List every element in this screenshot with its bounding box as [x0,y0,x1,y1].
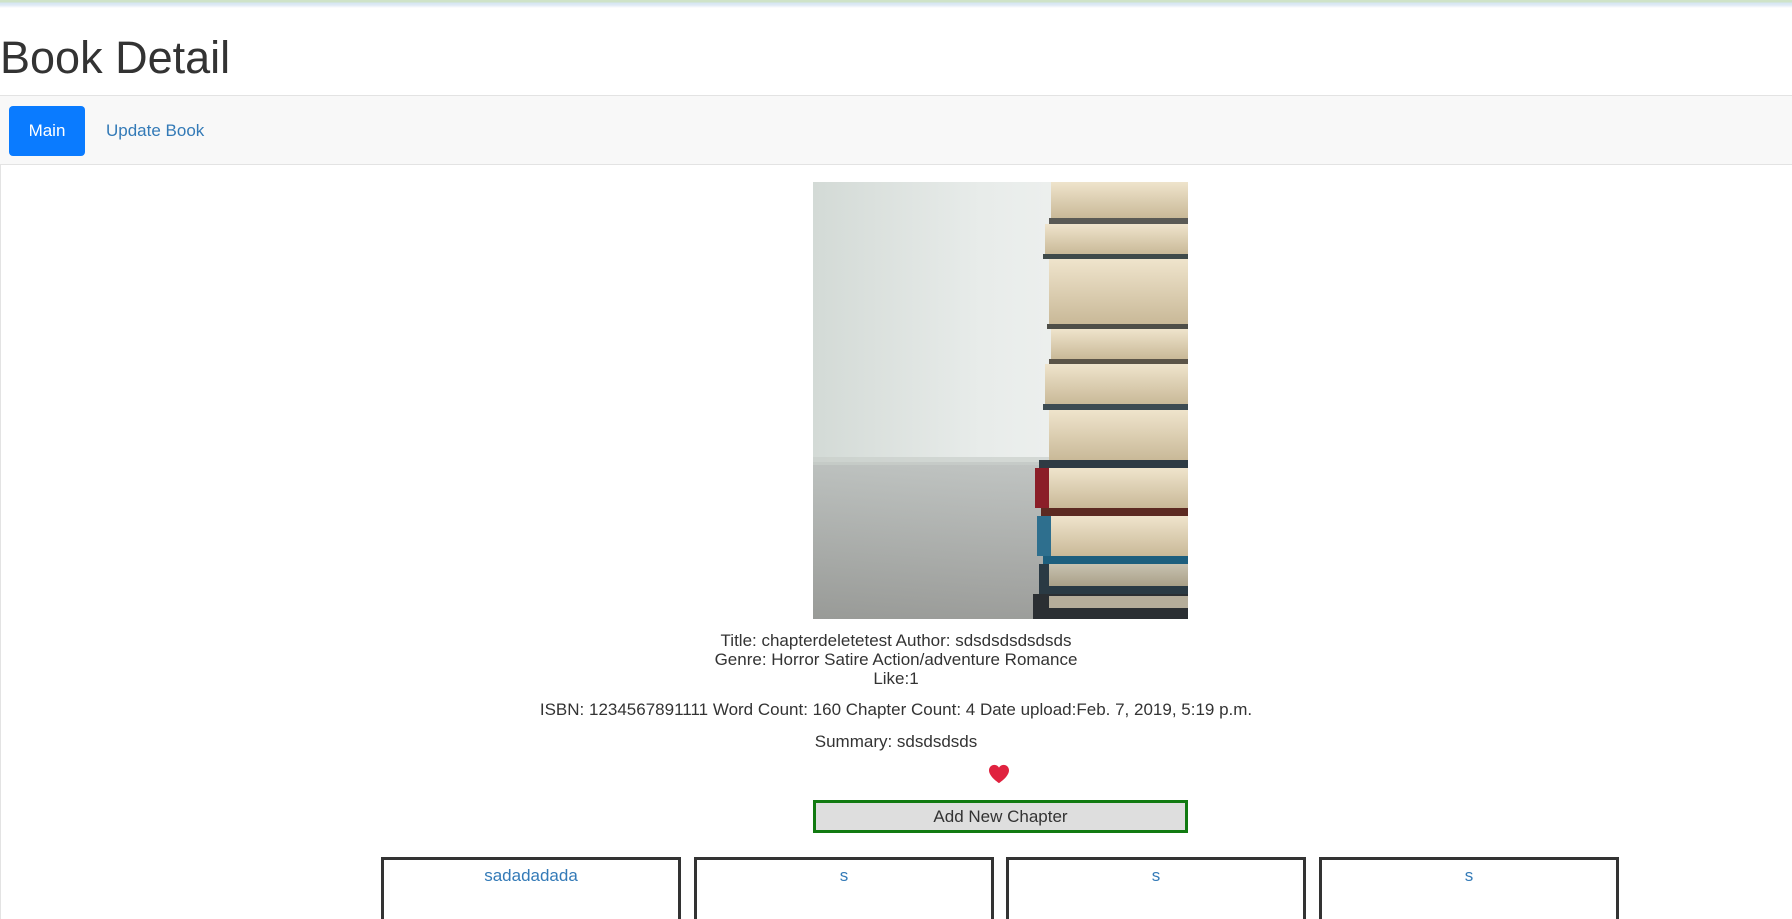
book-summary: Summary: sdsdsdsds [814,732,978,751]
heart-icon[interactable] [988,764,1012,786]
chapter-card[interactable]: sadadadada [381,857,681,919]
chapter-title-link[interactable]: s [840,866,849,885]
book-cover-image [813,182,1188,619]
book-title-author: Title: chapterdeletetest Author: sdsdsds… [720,631,1072,650]
nav-update-book-link[interactable]: Update Book [106,106,204,156]
chapter-title-link[interactable]: sadadadada [484,866,578,885]
chapter-title-link[interactable]: s [1152,866,1161,885]
browser-top-accent [0,0,1792,8]
chapter-title-link[interactable]: s [1465,866,1474,885]
book-info: Title: chapterdeletetest Author: sdsdsds… [0,631,1792,688]
page-title: Book Detail [0,32,231,83]
book-like-count: Like:1 [873,669,919,688]
nav-main-tab[interactable]: Main [9,106,85,156]
chapter-card[interactable]: s [1319,857,1619,919]
chapter-card[interactable]: s [694,857,994,919]
book-details: ISBN: 1234567891111 Word Count: 160 Chap… [539,700,1253,719]
navbar: Main Update Book [0,95,1792,165]
book-genre: Genre: Horror Satire Action/adventure Ro… [714,650,1078,669]
add-new-chapter-button[interactable]: Add New Chapter [813,800,1188,833]
content-left-border [0,165,1,919]
chapter-card[interactable]: s [1006,857,1306,919]
